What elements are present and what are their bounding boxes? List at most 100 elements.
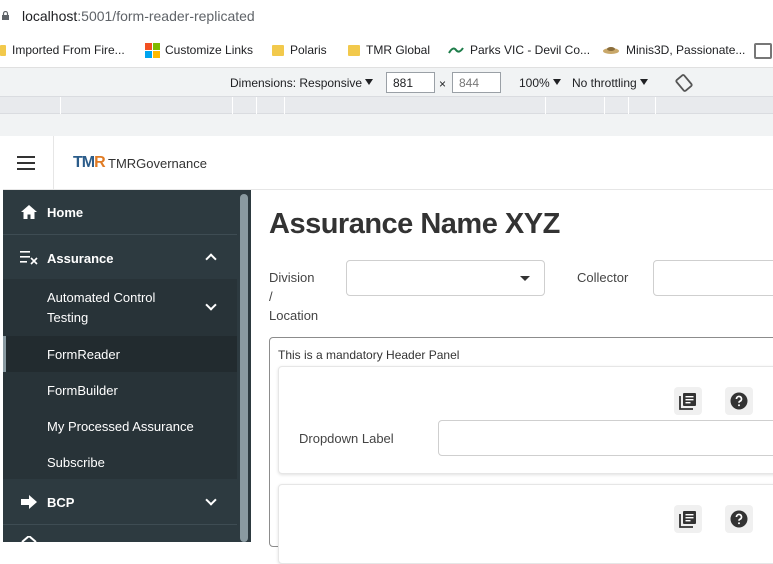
header-divider — [53, 136, 54, 190]
logo-letter-t: T — [73, 154, 83, 171]
tmr-logo[interactable]: TMR — [73, 154, 106, 172]
app-header: TMR TMRGovernance — [3, 136, 773, 190]
microsoft-logo-icon — [145, 43, 160, 58]
sidebar-scrollbar[interactable] — [240, 194, 248, 542]
bookmark-parks-vic[interactable]: Parks VIC - Devil Co... — [448, 43, 590, 57]
sidebar-item-my-processed-assurance[interactable]: My Processed Assurance — [3, 408, 237, 444]
bookmark-label: Minis3D, Passionate... — [626, 43, 746, 57]
caret-down-icon — [520, 276, 530, 281]
parks-vic-icon — [448, 47, 464, 54]
help-button[interactable] — [725, 505, 753, 533]
bookmark-imported[interactable]: Imported From Fire... — [0, 43, 125, 57]
zoom-label: 100% — [519, 76, 550, 90]
label-line: / — [269, 289, 273, 304]
sidebar-item-automated-control-testing[interactable]: Automated Control Testing — [3, 279, 237, 336]
minis3d-icon — [603, 47, 619, 54]
other-bookmarks-icon[interactable] — [754, 43, 772, 59]
logo-letter-m: M — [81, 154, 95, 171]
throttling-label: No throttling — [572, 76, 637, 90]
sidebar-item-label: Home — [47, 205, 84, 220]
sidebar-item-label: Subscribe — [47, 455, 105, 470]
bookmark-polaris[interactable]: Polaris — [272, 43, 327, 57]
help-button[interactable] — [725, 387, 753, 415]
dropdown-input[interactable] — [438, 420, 773, 456]
viewport-gutter — [0, 114, 773, 136]
home-icon — [21, 205, 37, 219]
browser-url-bar[interactable]: localhost:5001/form-reader-replicated — [0, 0, 773, 34]
collector-select[interactable] — [653, 260, 773, 296]
bookmarks-bar: Imported From Fire... Customize Links Po… — [0, 34, 773, 68]
sidebar-item-formreader[interactable]: FormReader — [3, 336, 237, 372]
zoom-dropdown[interactable]: 100% — [519, 76, 561, 90]
sidebar: Home Assurance Automated Control Testing… — [3, 190, 251, 542]
dropdown-label: Dropdown Label — [299, 431, 394, 446]
main-content: Assurance Name XYZ Division / Location C… — [252, 190, 773, 564]
address-text[interactable]: localhost:5001/form-reader-replicated — [22, 8, 255, 24]
width-input[interactable]: 881 — [386, 72, 435, 93]
label-line: Division — [269, 270, 315, 285]
logo-letter-r: R — [94, 154, 106, 171]
sidebar-item-label: Automated Control — [47, 290, 156, 305]
lock-icon — [2, 11, 9, 20]
division-location-label: Division / Location — [269, 270, 318, 323]
height-input[interactable]: 844 — [452, 72, 501, 93]
library-books-button[interactable] — [674, 387, 702, 415]
bookmark-label: Imported From Fire... — [12, 43, 125, 57]
sidebar-separator — [3, 524, 237, 525]
sidebar-item-assurance[interactable]: Assurance — [3, 235, 237, 279]
dropdown-card: Dropdown Label — [278, 366, 773, 474]
folder-icon — [348, 44, 360, 56]
hamburger-menu-icon[interactable] — [17, 156, 37, 170]
panel-title: This is a mandatory Header Panel — [278, 348, 460, 362]
division-location-select[interactable] — [346, 260, 545, 296]
chevron-down-icon — [639, 79, 648, 85]
media-query-ruler — [0, 97, 773, 114]
bookmark-minis3d[interactable]: Minis3D, Passionate... — [602, 43, 745, 57]
arrow-right-icon — [21, 495, 37, 509]
library-books-button[interactable] — [674, 505, 702, 533]
rotate-icon[interactable] — [674, 73, 694, 93]
bookmark-label: TMR Global — [366, 43, 431, 57]
bookmark-label: Customize Links — [165, 43, 254, 57]
chevron-down-icon — [205, 299, 217, 311]
dimensions-label: Dimensions: Responsive — [230, 76, 363, 90]
chevron-down-icon — [552, 79, 561, 85]
sidebar-item-label: Assurance — [47, 251, 114, 266]
library-books-icon — [679, 393, 696, 410]
dimensions-dropdown[interactable]: Dimensions: Responsive — [230, 76, 374, 90]
dropdown-card-2 — [278, 484, 773, 564]
chevron-down-icon — [365, 79, 374, 85]
times-sign: × — [439, 77, 447, 91]
folder-icon — [0, 44, 6, 56]
bookmark-label: Parks VIC - Devil Co... — [470, 43, 591, 57]
label-line: Location — [269, 308, 319, 323]
page-title: Assurance Name XYZ — [269, 208, 560, 240]
sidebar-item-label: FormReader — [47, 347, 120, 362]
help-circle-icon — [730, 510, 748, 528]
chevron-up-icon — [205, 253, 217, 265]
help-circle-icon — [730, 392, 748, 410]
library-books-icon — [679, 511, 696, 528]
sidebar-item-label: My Processed Assurance — [47, 419, 194, 434]
sidebar-item-formbuilder[interactable]: FormBuilder — [3, 372, 237, 408]
checklist-icon — [20, 251, 38, 265]
bookmark-customize-links[interactable]: Customize Links — [145, 43, 254, 58]
sidebar-item-label: FormBuilder — [47, 383, 118, 398]
folder-icon — [272, 44, 284, 56]
sidebar-item-subscribe[interactable]: Subscribe — [3, 444, 237, 480]
sidebar-item-label: BCP — [47, 495, 75, 510]
sidebar-item-label: Testing — [47, 310, 89, 325]
header-panel: This is a mandatory Header Panel Dropdow… — [269, 337, 773, 564]
url-path: :5001/form-reader-replicated — [77, 8, 255, 24]
devtools-device-toolbar: Dimensions: Responsive 881 × 844 100% No… — [0, 68, 773, 97]
sidebar-item-bcp[interactable]: BCP — [3, 480, 237, 524]
throttling-dropdown[interactable]: No throttling — [572, 76, 648, 90]
url-host: localhost — [22, 8, 78, 24]
sidebar-item-home[interactable]: Home — [3, 190, 237, 234]
brand-name: TMRGovernance — [108, 156, 207, 171]
collector-label: Collector — [577, 270, 629, 285]
bookmark-tmr-global[interactable]: TMR Global — [348, 43, 430, 57]
next-item-icon — [21, 536, 37, 542]
bookmark-label: Polaris — [290, 43, 327, 57]
chevron-down-icon — [205, 494, 217, 506]
